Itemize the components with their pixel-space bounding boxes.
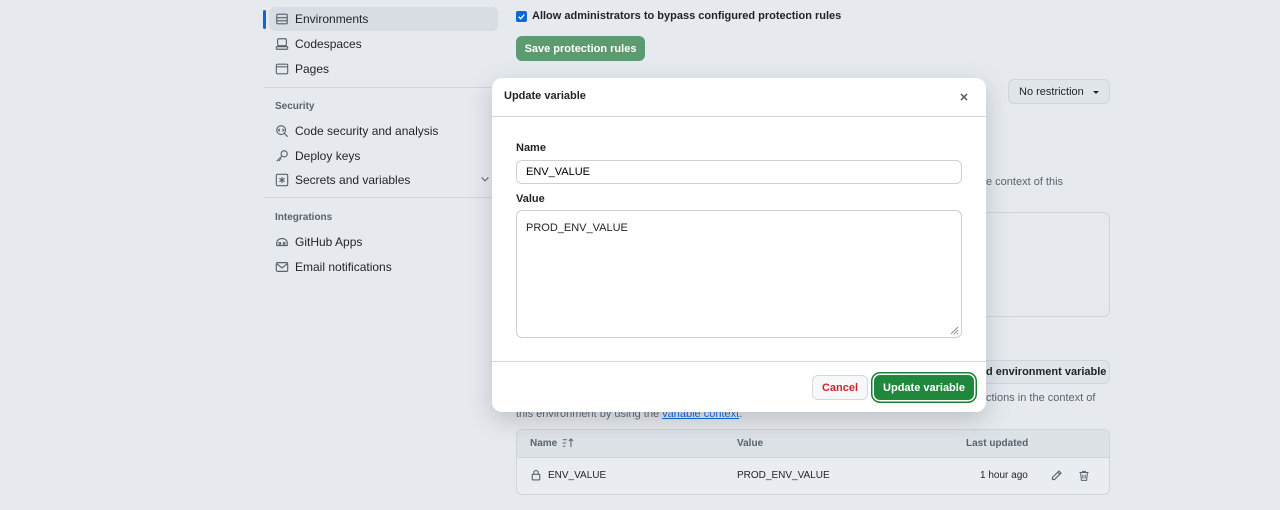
sort-ascending-icon[interactable]: [562, 437, 575, 449]
restriction-select-label: No restriction: [1019, 85, 1084, 98]
bypass-checkbox[interactable]: [516, 11, 527, 22]
dialog-title: Update variable: [504, 90, 586, 102]
sidebar-item-github-apps[interactable]: GitHub Apps: [269, 230, 498, 254]
asterisk-icon: [275, 173, 289, 187]
table-header: Name Value Last updated: [517, 430, 1109, 458]
codescan-icon: [275, 124, 289, 138]
variables-table: Name Value Last updated ENV_VALUE PROD_E…: [516, 429, 1110, 495]
sidebar-divider: [264, 197, 498, 198]
sidebar-item-label: Code security and analysis: [295, 124, 439, 138]
sidebar-item-label: GitHub Apps: [295, 235, 363, 249]
dialog-header: Update variable: [492, 78, 986, 117]
last-updated-cell: 1 hour ago: [980, 470, 1028, 481]
update-variable-dialog: Update variable Name Value PROD_ENV_VALU…: [492, 78, 986, 412]
name-field-label: Name: [516, 142, 546, 154]
sidebar-heading-integrations: Integrations: [275, 212, 333, 223]
sidebar-item-deploy-keys[interactable]: Deploy keys: [269, 144, 498, 168]
value-field-label: Value: [516, 193, 545, 205]
update-variable-button[interactable]: Update variable: [874, 375, 974, 400]
active-indicator: [263, 10, 266, 29]
variables-description-line1: ctions in the context of: [986, 392, 1096, 404]
cancel-button[interactable]: Cancel: [812, 375, 868, 400]
variable-name-cell: ENV_VALUE: [548, 470, 607, 481]
column-header-name[interactable]: Name: [530, 438, 557, 449]
sidebar-item-label: Pages: [295, 62, 330, 76]
add-environment-variable-label: d environment variable: [986, 366, 1107, 378]
sidebar-item-email-notifications[interactable]: Email notifications: [269, 255, 498, 279]
variable-value-cell: PROD_ENV_VALUE: [737, 470, 830, 481]
column-header-last-updated: Last updated: [966, 438, 1029, 449]
description-fragment: e context of this: [986, 176, 1064, 188]
key-icon: [275, 149, 289, 163]
sidebar-item-codespaces[interactable]: Codespaces: [269, 32, 498, 56]
restriction-select[interactable]: No restriction: [1008, 79, 1110, 104]
pencil-icon[interactable]: [1050, 469, 1063, 482]
sidebar-item-label: Environments: [295, 12, 369, 26]
name-input[interactable]: [516, 160, 962, 184]
lock-icon: [530, 469, 542, 481]
sidebar-item-label: Secrets and variables: [295, 173, 411, 187]
bypass-checkbox-label: Allow administrators to bypass configure…: [532, 10, 842, 22]
dialog-footer-divider: [492, 361, 986, 362]
sidebar-item-secrets-and-variables[interactable]: Secrets and variables: [269, 168, 498, 192]
value-textarea[interactable]: PROD_ENV_VALUE: [516, 210, 962, 338]
mail-icon: [275, 260, 289, 274]
apps-icon: [275, 235, 289, 249]
sidebar-item-label: Codespaces: [295, 37, 362, 51]
sidebar-item-label: Deploy keys: [295, 149, 361, 163]
browser-icon: [275, 62, 289, 76]
server-icon: [275, 12, 289, 26]
add-environment-variable-button[interactable]: d environment variable: [986, 360, 1110, 384]
close-icon[interactable]: [957, 90, 971, 104]
triangle-down-icon: [1093, 91, 1099, 94]
table-row: ENV_VALUE PROD_ENV_VALUE 1 hour ago: [517, 458, 1109, 494]
sidebar-divider: [264, 87, 498, 88]
sidebar-item-environments[interactable]: Environments: [269, 7, 498, 31]
secrets-panel-edge: [986, 212, 1110, 317]
trash-icon[interactable]: [1078, 469, 1090, 482]
sidebar-item-pages[interactable]: Pages: [269, 57, 498, 81]
resize-handle-icon[interactable]: [949, 325, 959, 335]
save-protection-rules-button[interactable]: Save protection rules: [516, 36, 645, 61]
column-header-value: Value: [737, 438, 764, 449]
chevron-down-icon[interactable]: [479, 173, 491, 185]
value-textarea-text: PROD_ENV_VALUE: [526, 222, 628, 234]
codespaces-icon: [275, 37, 289, 51]
sidebar-item-code-security[interactable]: Code security and analysis: [269, 119, 498, 143]
sidebar-item-label: Email notifications: [295, 260, 392, 274]
sidebar-heading-security: Security: [275, 101, 315, 112]
